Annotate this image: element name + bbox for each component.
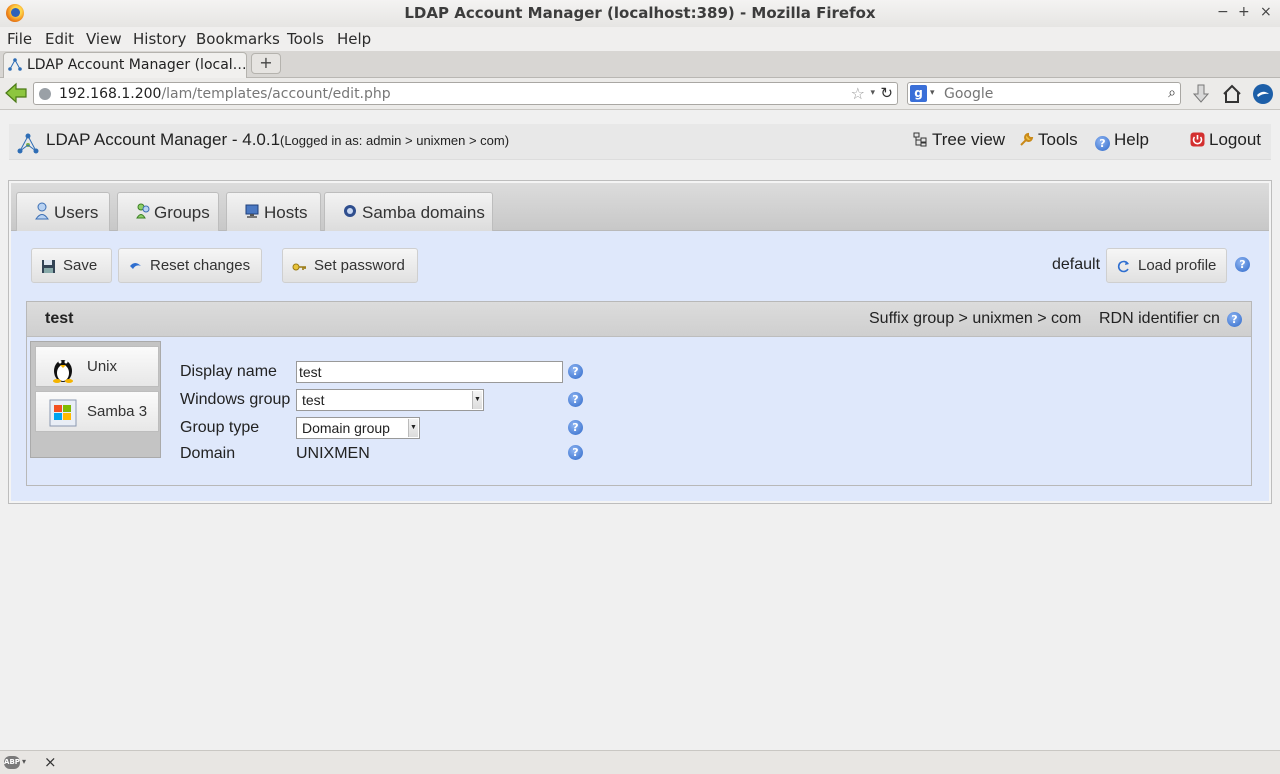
- home-icon[interactable]: [1221, 83, 1243, 105]
- logout-link[interactable]: Logout: [1190, 130, 1261, 150]
- windows-icon: [49, 399, 77, 427]
- help-link[interactable]: ? Help: [1095, 130, 1149, 151]
- menu-edit[interactable]: Edit: [45, 30, 74, 48]
- reset-changes-button[interactable]: Reset changes: [118, 248, 262, 283]
- menu-file[interactable]: File: [7, 30, 32, 48]
- lam-header: LDAP Account Manager - 4.0.1 (Logged in …: [9, 124, 1271, 160]
- tools-link[interactable]: Tools: [1019, 130, 1078, 150]
- reload-icon[interactable]: ↻: [880, 84, 893, 102]
- url-bar[interactable]: 192.168.1.200/lam/templates/account/edit…: [33, 82, 898, 105]
- bookmark-star-icon[interactable]: ☆: [851, 84, 865, 103]
- tab-users[interactable]: Users: [16, 192, 110, 231]
- load-profile-button[interactable]: Load profile: [1106, 248, 1227, 283]
- adblock-icon[interactable]: ABP: [4, 756, 20, 769]
- window-title: LDAP Account Manager (localhost:389) - M…: [404, 4, 876, 22]
- domain-label: Domain: [180, 445, 236, 462]
- module-list: Unix Samba 3: [30, 341, 161, 458]
- window-titlebar: LDAP Account Manager (localhost:389) - M…: [0, 0, 1280, 27]
- navigation-bar: 192.168.1.200/lam/templates/account/edit…: [0, 78, 1280, 110]
- rdn-identifier[interactable]: RDN identifier cn: [1099, 310, 1220, 328]
- account-name: test: [45, 310, 74, 327]
- account-edit-area: Save Reset changes Set password default …: [11, 231, 1269, 501]
- tux-icon: [53, 360, 73, 383]
- wrench-icon: [1020, 132, 1034, 146]
- site-identity-icon[interactable]: [39, 88, 51, 100]
- group-icon: [136, 203, 150, 219]
- suffix-info[interactable]: Suffix group > unixmen > com: [869, 310, 1081, 328]
- save-button[interactable]: Save: [31, 248, 112, 283]
- adblock-dropdown-icon[interactable]: ▾: [22, 757, 26, 766]
- help-icon[interactable]: ?: [1227, 312, 1242, 327]
- refresh-icon: [1117, 260, 1129, 273]
- chevron-down-icon: ▼: [472, 391, 482, 409]
- tab-samba-domains[interactable]: Samba domains: [324, 192, 493, 231]
- page-content: LDAP Account Manager - 4.0.1 (Logged in …: [0, 110, 1280, 750]
- host-icon: [245, 204, 259, 218]
- user-icon: [35, 202, 49, 220]
- menu-bar: File Edit View History Bookmarks Tools H…: [0, 27, 1280, 51]
- status-bar: ABP ▾ ×: [0, 750, 1280, 774]
- set-password-button[interactable]: Set password: [282, 248, 418, 283]
- new-tab-button[interactable]: +: [251, 53, 281, 74]
- help-icon[interactable]: ?: [568, 420, 583, 435]
- help-icon[interactable]: ?: [568, 364, 583, 379]
- account-panel: test Suffix group > unixmen > com RDN id…: [26, 301, 1252, 486]
- domain-value: UNIXMEN: [296, 445, 370, 462]
- menu-tools[interactable]: Tools: [287, 30, 324, 48]
- type-tabs: Users Groups Hosts Samba domains: [11, 183, 1269, 231]
- profile-name: default: [1052, 256, 1101, 273]
- logout-icon: [1190, 132, 1205, 147]
- search-bar: g ▾ ⌕: [907, 82, 1181, 105]
- browser-tab-label: LDAP Account Manager (local…: [27, 57, 247, 73]
- close-addon-bar-icon[interactable]: ×: [44, 753, 57, 771]
- lam-logo-icon: [17, 133, 39, 154]
- search-input[interactable]: [944, 85, 1154, 102]
- menu-help[interactable]: Help: [337, 30, 371, 48]
- windows-group-label: Windows group: [180, 391, 291, 408]
- windows-group-select[interactable]: test ▼: [296, 389, 484, 411]
- url-dropdown-icon[interactable]: ▾: [870, 88, 875, 98]
- tab-hosts[interactable]: Hosts: [226, 192, 321, 231]
- group-type-select[interactable]: Domain group ▼: [296, 417, 420, 439]
- save-icon: [42, 260, 55, 273]
- samba-icon: [344, 205, 356, 217]
- module-samba-3[interactable]: Samba 3: [35, 391, 159, 432]
- sync-icon[interactable]: [1252, 83, 1274, 105]
- url-text: 192.168.1.200/lam/templates/account/edit…: [59, 86, 391, 102]
- tree-view-link[interactable]: Tree view: [913, 130, 1005, 150]
- main-frame: Users Groups Hosts Samba domains Save Re…: [8, 180, 1272, 504]
- login-info: (Logged in as: admin > unixmen > com): [280, 133, 510, 148]
- help-icon[interactable]: ?: [568, 445, 583, 460]
- firefox-logo-icon: [6, 4, 24, 22]
- search-icon[interactable]: ⌕: [1168, 85, 1176, 101]
- menu-history[interactable]: History: [133, 30, 186, 48]
- search-engine-dropdown-icon[interactable]: ▾: [930, 88, 935, 98]
- back-arrow-icon[interactable]: [4, 82, 28, 104]
- menu-bookmarks[interactable]: Bookmarks: [196, 30, 280, 48]
- display-name-label: Display name: [180, 363, 277, 380]
- maximize-icon[interactable]: +: [1238, 4, 1250, 20]
- google-engine-icon[interactable]: g: [910, 85, 927, 102]
- tree-view-icon: [913, 132, 927, 147]
- close-window-icon[interactable]: ×: [1260, 4, 1272, 20]
- account-header: test Suffix group > unixmen > com RDN id…: [27, 302, 1251, 337]
- undo-icon: [130, 263, 141, 269]
- module-unix[interactable]: Unix: [35, 346, 159, 387]
- key-icon: [292, 263, 306, 271]
- browser-tab-strip: LDAP Account Manager (local… +: [0, 51, 1280, 78]
- browser-tab[interactable]: LDAP Account Manager (local…: [3, 52, 247, 78]
- downloads-icon[interactable]: [1190, 83, 1212, 105]
- help-icon: ?: [1095, 136, 1110, 151]
- lam-tab-icon: [8, 58, 22, 71]
- tab-groups[interactable]: Groups: [117, 192, 219, 231]
- help-icon[interactable]: ?: [568, 392, 583, 407]
- minimize-icon[interactable]: −: [1217, 4, 1229, 20]
- app-title: LDAP Account Manager - 4.0.1: [46, 130, 281, 149]
- menu-view[interactable]: View: [86, 30, 122, 48]
- help-icon[interactable]: ?: [1235, 257, 1250, 272]
- display-name-field[interactable]: [296, 361, 563, 383]
- chevron-down-icon: ▼: [408, 419, 418, 437]
- group-type-label: Group type: [180, 419, 260, 436]
